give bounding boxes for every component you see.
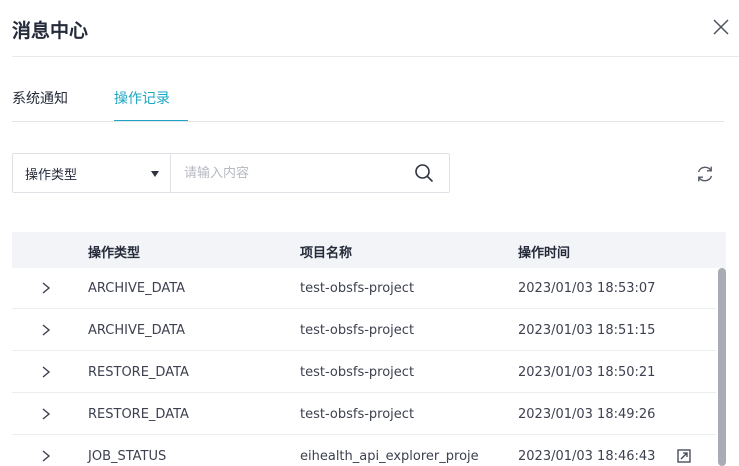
table-row[interactable]: ARCHIVE_DATA test-obsfs-project 2023/01/…	[12, 310, 716, 351]
cell-operation-type: ARCHIVE_DATA	[88, 281, 186, 296]
chevron-right-icon[interactable]	[40, 365, 52, 379]
external-link-icon[interactable]	[676, 448, 692, 464]
column-header-project-name: 项目名称	[300, 246, 353, 261]
search-icon[interactable]	[409, 158, 439, 188]
search-input[interactable]	[171, 154, 409, 192]
message-center-panel: 消息中心 系统通知 操作记录 操作类型 操作类型 项目名称 操	[0, 0, 739, 466]
cell-project-name: test-obsfs-project	[300, 407, 415, 422]
cell-operation-time: 2023/01/03 18:53:07	[518, 281, 656, 296]
close-icon[interactable]	[710, 16, 732, 38]
table-row[interactable]: RESTORE_DATA test-obsfs-project 2023/01/…	[12, 394, 716, 435]
cell-project-name: test-obsfs-project	[300, 365, 415, 380]
chevron-right-icon[interactable]	[40, 281, 52, 295]
caret-down-icon	[151, 171, 159, 177]
cell-operation-type: RESTORE_DATA	[88, 407, 189, 422]
operation-type-select[interactable]: 操作类型	[13, 154, 171, 192]
refresh-icon[interactable]	[694, 163, 716, 185]
cell-operation-type: ARCHIVE_DATA	[88, 323, 186, 338]
table-row[interactable]: JOB_STATUS eihealth_api_explorer_proje 2…	[12, 436, 716, 466]
column-header-operation-time: 操作时间	[518, 246, 571, 261]
cell-operation-type: RESTORE_DATA	[88, 365, 189, 380]
filter-bar: 操作类型	[12, 153, 450, 193]
title-divider	[12, 56, 739, 57]
cell-project-name: test-obsfs-project	[300, 281, 415, 296]
chevron-right-icon[interactable]	[40, 323, 52, 337]
scrollbar-thumb[interactable]	[718, 268, 726, 466]
panel-title: 消息中心	[12, 20, 89, 42]
column-header-operation-type: 操作类型	[88, 246, 141, 261]
tab-bar: 系统通知 操作记录	[12, 88, 724, 122]
tab-system-notifications[interactable]: 系统通知	[12, 88, 68, 110]
table-row[interactable]: ARCHIVE_DATA test-obsfs-project 2023/01/…	[12, 268, 716, 309]
cell-operation-time: 2023/01/03 18:49:26	[518, 407, 656, 422]
table-scrollbar[interactable]	[718, 268, 726, 466]
table-header: 操作类型 项目名称 操作时间	[12, 232, 726, 268]
chevron-right-icon[interactable]	[40, 407, 52, 421]
cell-project-name: eihealth_api_explorer_proje	[300, 449, 479, 464]
cell-operation-time: 2023/01/03 18:50:21	[518, 365, 656, 380]
chevron-right-icon[interactable]	[40, 449, 52, 463]
cell-operation-time: 2023/01/03 18:51:15	[518, 323, 656, 338]
operation-type-select-value: 操作类型	[25, 167, 78, 183]
cell-operation-type: JOB_STATUS	[88, 449, 167, 464]
cell-operation-time: 2023/01/03 18:46:43	[518, 449, 656, 464]
tabs-divider	[12, 121, 724, 122]
table-row[interactable]: RESTORE_DATA test-obsfs-project 2023/01/…	[12, 352, 716, 393]
tab-operation-records[interactable]: 操作记录	[114, 88, 170, 110]
operation-records-table: 操作类型 项目名称 操作时间 ARCHIVE_DATA test-obsfs-p…	[12, 232, 726, 466]
cell-project-name: test-obsfs-project	[300, 323, 415, 338]
